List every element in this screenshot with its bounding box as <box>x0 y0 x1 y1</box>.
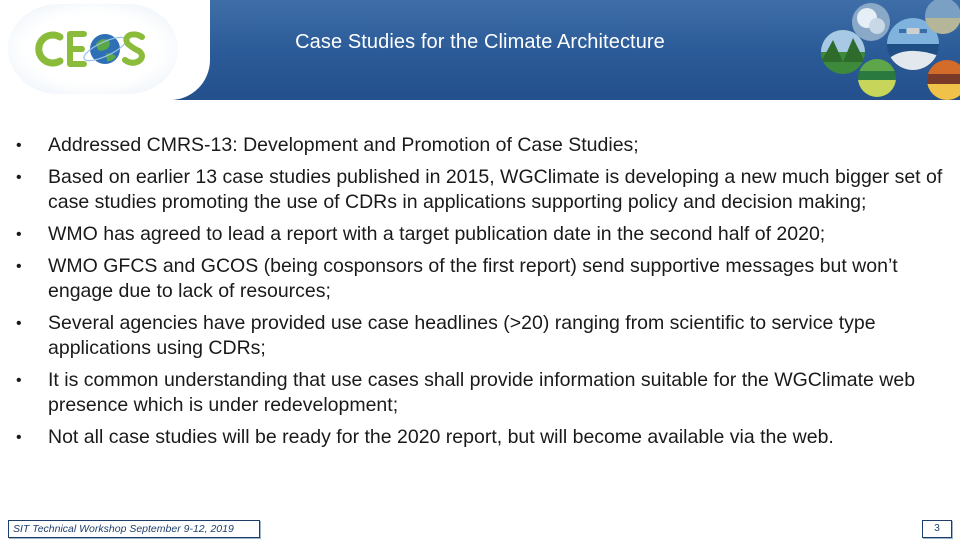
bullet-text: Not all case studies will be ready for t… <box>48 426 834 448</box>
bullet-marker: • <box>16 429 22 446</box>
bullet-marker: • <box>16 258 22 275</box>
bullet-marker: • <box>16 169 22 186</box>
bullet-item: • Several agencies have provided use case… <box>16 311 946 361</box>
bullet-marker: • <box>16 372 22 389</box>
bullet-text: Several agencies have provided use case … <box>48 312 876 359</box>
bullet-marker: • <box>16 137 22 154</box>
bullet-marker: • <box>16 226 22 243</box>
bullet-item: • It is common understanding that use cas… <box>16 368 946 418</box>
bullet-item: • WMO has agreed to lead a report with a … <box>16 222 946 247</box>
bullet-text: Addressed CMRS-13: Development and Promo… <box>48 134 639 156</box>
bullet-item: • WMO GFCS and GCOS (being cosponsors of … <box>16 254 946 304</box>
bullet-text: WMO GFCS and GCOS (being cosponsors of t… <box>48 255 898 302</box>
bullet-item: • Not all case studies will be ready for … <box>16 425 946 450</box>
bullet-text: Based on earlier 13 case studies publish… <box>48 166 943 213</box>
bullet-list: • Addressed CMRS-13: Development and Prom… <box>16 133 946 457</box>
slide-title: Case Studies for the Climate Architectur… <box>295 31 665 53</box>
bullet-text: It is common understanding that use case… <box>48 369 916 416</box>
bullet-item: • Addressed CMRS-13: Development and Prom… <box>16 133 946 158</box>
earth-observation-collage <box>821 0 960 100</box>
bullet-marker: • <box>16 315 22 332</box>
footer-event-label: SIT Technical Workshop September 9-12, 2… <box>8 520 260 538</box>
page-number: 3 <box>922 520 952 538</box>
bullet-item: • Based on earlier 13 case studies publis… <box>16 165 946 215</box>
header-bar: Case Studies for the Climate Architectur… <box>0 0 960 100</box>
logo-panel <box>0 0 210 100</box>
bullet-text: WMO has agreed to lead a report with a t… <box>48 223 826 245</box>
ceos-logo <box>8 4 178 94</box>
ceos-logo-graphic <box>35 31 145 67</box>
